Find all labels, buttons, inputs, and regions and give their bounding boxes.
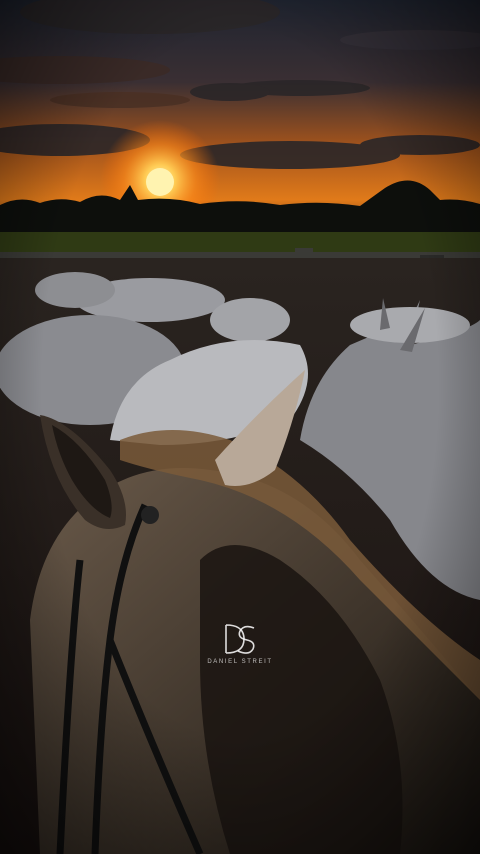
- sunset-pasture-photo: [0, 0, 480, 854]
- watermark-text: DANIEL STREIT: [207, 659, 273, 665]
- photographer-watermark: DANIEL STREIT: [190, 622, 290, 665]
- ds-monogram-logo: [225, 624, 255, 654]
